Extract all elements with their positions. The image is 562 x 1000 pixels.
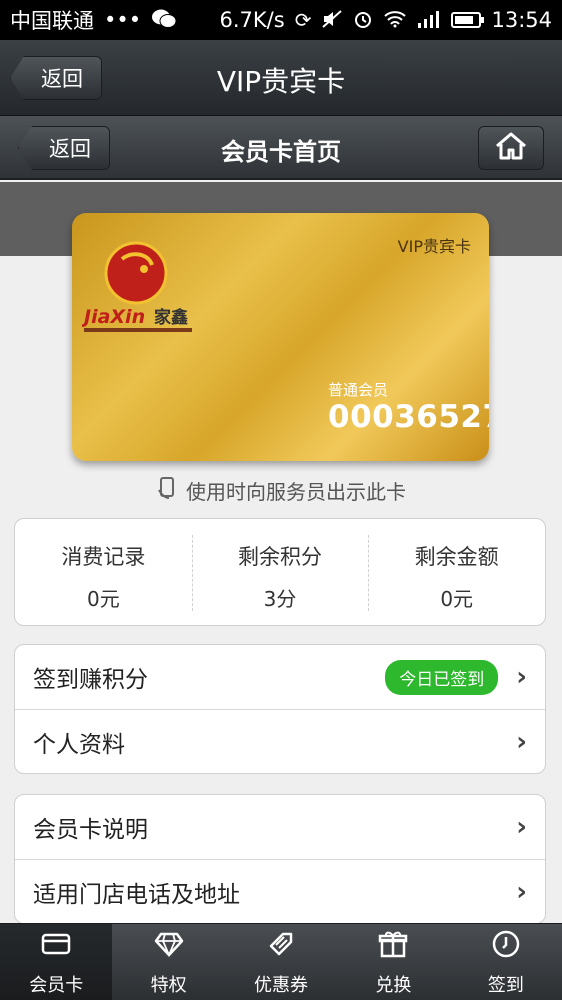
row-label: 个人资料 <box>33 731 125 758</box>
card-number: 00036527 <box>328 399 489 435</box>
stats-panel: 消费记录 0元 剩余积分 3分 剩余金额 0元 <box>14 518 546 626</box>
menu-group-1: 签到赚积分 今日已签到 › 个人资料 › <box>14 644 546 774</box>
card-icon <box>40 928 72 965</box>
tab-redeem[interactable]: 兑换 <box>337 924 449 1000</box>
menu-group-2: 会员卡说明 › 适用门店电话及地址 › <box>14 794 546 924</box>
signal-dots: ••• <box>104 8 142 32</box>
tab-privileges[interactable]: 特权 <box>112 924 224 1000</box>
alarm-icon <box>353 9 373 32</box>
stat-consumption[interactable]: 消费记录 0元 <box>15 519 192 625</box>
card-description-row[interactable]: 会员卡说明 › <box>15 795 545 859</box>
hint-text: 使用时向服务员出示此卡 <box>186 480 406 504</box>
tab-label: 签到 <box>487 974 524 996</box>
mute-icon <box>321 9 343 32</box>
chevron-right-icon: › <box>516 876 527 907</box>
stat-value: 0元 <box>86 587 120 611</box>
clock-icon <box>490 928 522 965</box>
svg-text:JiaXin: JiaXin <box>82 306 145 328</box>
stat-points[interactable]: 剩余积分 3分 <box>191 519 369 625</box>
stat-label: 消费记录 <box>61 545 146 569</box>
coupon-icon <box>265 928 297 965</box>
card-type-label: VIP贵宾卡 <box>397 237 471 256</box>
brand-logo: JiaXin 家鑫 <box>80 229 192 339</box>
carrier-label: 中国联通 <box>10 9 94 33</box>
stat-value: 0元 <box>440 587 474 611</box>
home-button[interactable] <box>478 126 544 170</box>
stat-value: 3分 <box>263 587 297 611</box>
row-label: 适用门店电话及地址 <box>33 881 240 908</box>
sync-icon: ⟳ <box>294 8 312 32</box>
chevron-right-icon: › <box>516 662 527 692</box>
card-hint: 使用时向服务员出示此卡 <box>0 476 562 505</box>
diamond-icon <box>153 928 185 965</box>
cell-signal-icon <box>417 10 441 31</box>
wifi-icon <box>383 10 407 31</box>
page-title: VIP贵宾卡 <box>216 65 346 98</box>
phone-hand-icon <box>156 476 178 505</box>
tab-label: 优惠券 <box>254 974 309 996</box>
row-label: 会员卡说明 <box>33 817 148 843</box>
checkin-points-row[interactable]: 签到赚积分 今日已签到 › <box>15 645 545 709</box>
member-level: 普通会员 <box>328 381 389 399</box>
tab-member-card[interactable]: 会员卡 <box>0 924 113 1000</box>
chevron-right-icon: › <box>516 812 527 842</box>
stat-balance[interactable]: 剩余金额 0元 <box>368 519 545 625</box>
chevron-right-icon: › <box>516 726 527 757</box>
row-label: 签到赚积分 <box>33 667 148 693</box>
checked-in-badge: 今日已签到 <box>385 659 499 695</box>
home-icon <box>494 131 528 165</box>
tab-label: 特权 <box>150 974 187 996</box>
tab-label: 兑换 <box>375 974 412 996</box>
wechat-icon <box>151 8 177 33</box>
stat-label: 剩余积分 <box>238 545 322 569</box>
bottom-tabbar: 会员卡 特权 优惠券 兑换 签到 <box>0 923 562 1000</box>
clock-time: 13:54 <box>491 8 552 32</box>
membership-card[interactable]: VIP贵宾卡 JiaXin 家鑫 普通会员 00036527 <box>72 213 489 461</box>
profile-row[interactable]: 个人资料 › <box>15 709 545 773</box>
status-bar: 中国联通 ••• 6.7K/s ⟳ 13:54 <box>0 0 562 40</box>
stat-label: 剩余金额 <box>414 545 499 569</box>
top-navbar: 返回 VIP贵宾卡 <box>0 40 562 116</box>
tab-coupons[interactable]: 优惠券 <box>225 924 337 1000</box>
network-speed: 6.7K/s <box>219 8 285 32</box>
sub-navbar: 返回 会员卡首页 <box>0 116 562 180</box>
store-address-row[interactable]: 适用门店电话及地址 › <box>15 859 545 923</box>
tab-checkin[interactable]: 签到 <box>450 924 562 1000</box>
battery-icon <box>451 12 485 28</box>
tab-label: 会员卡 <box>29 974 84 996</box>
gift-icon <box>377 928 409 965</box>
svg-text:家鑫: 家鑫 <box>154 307 188 328</box>
